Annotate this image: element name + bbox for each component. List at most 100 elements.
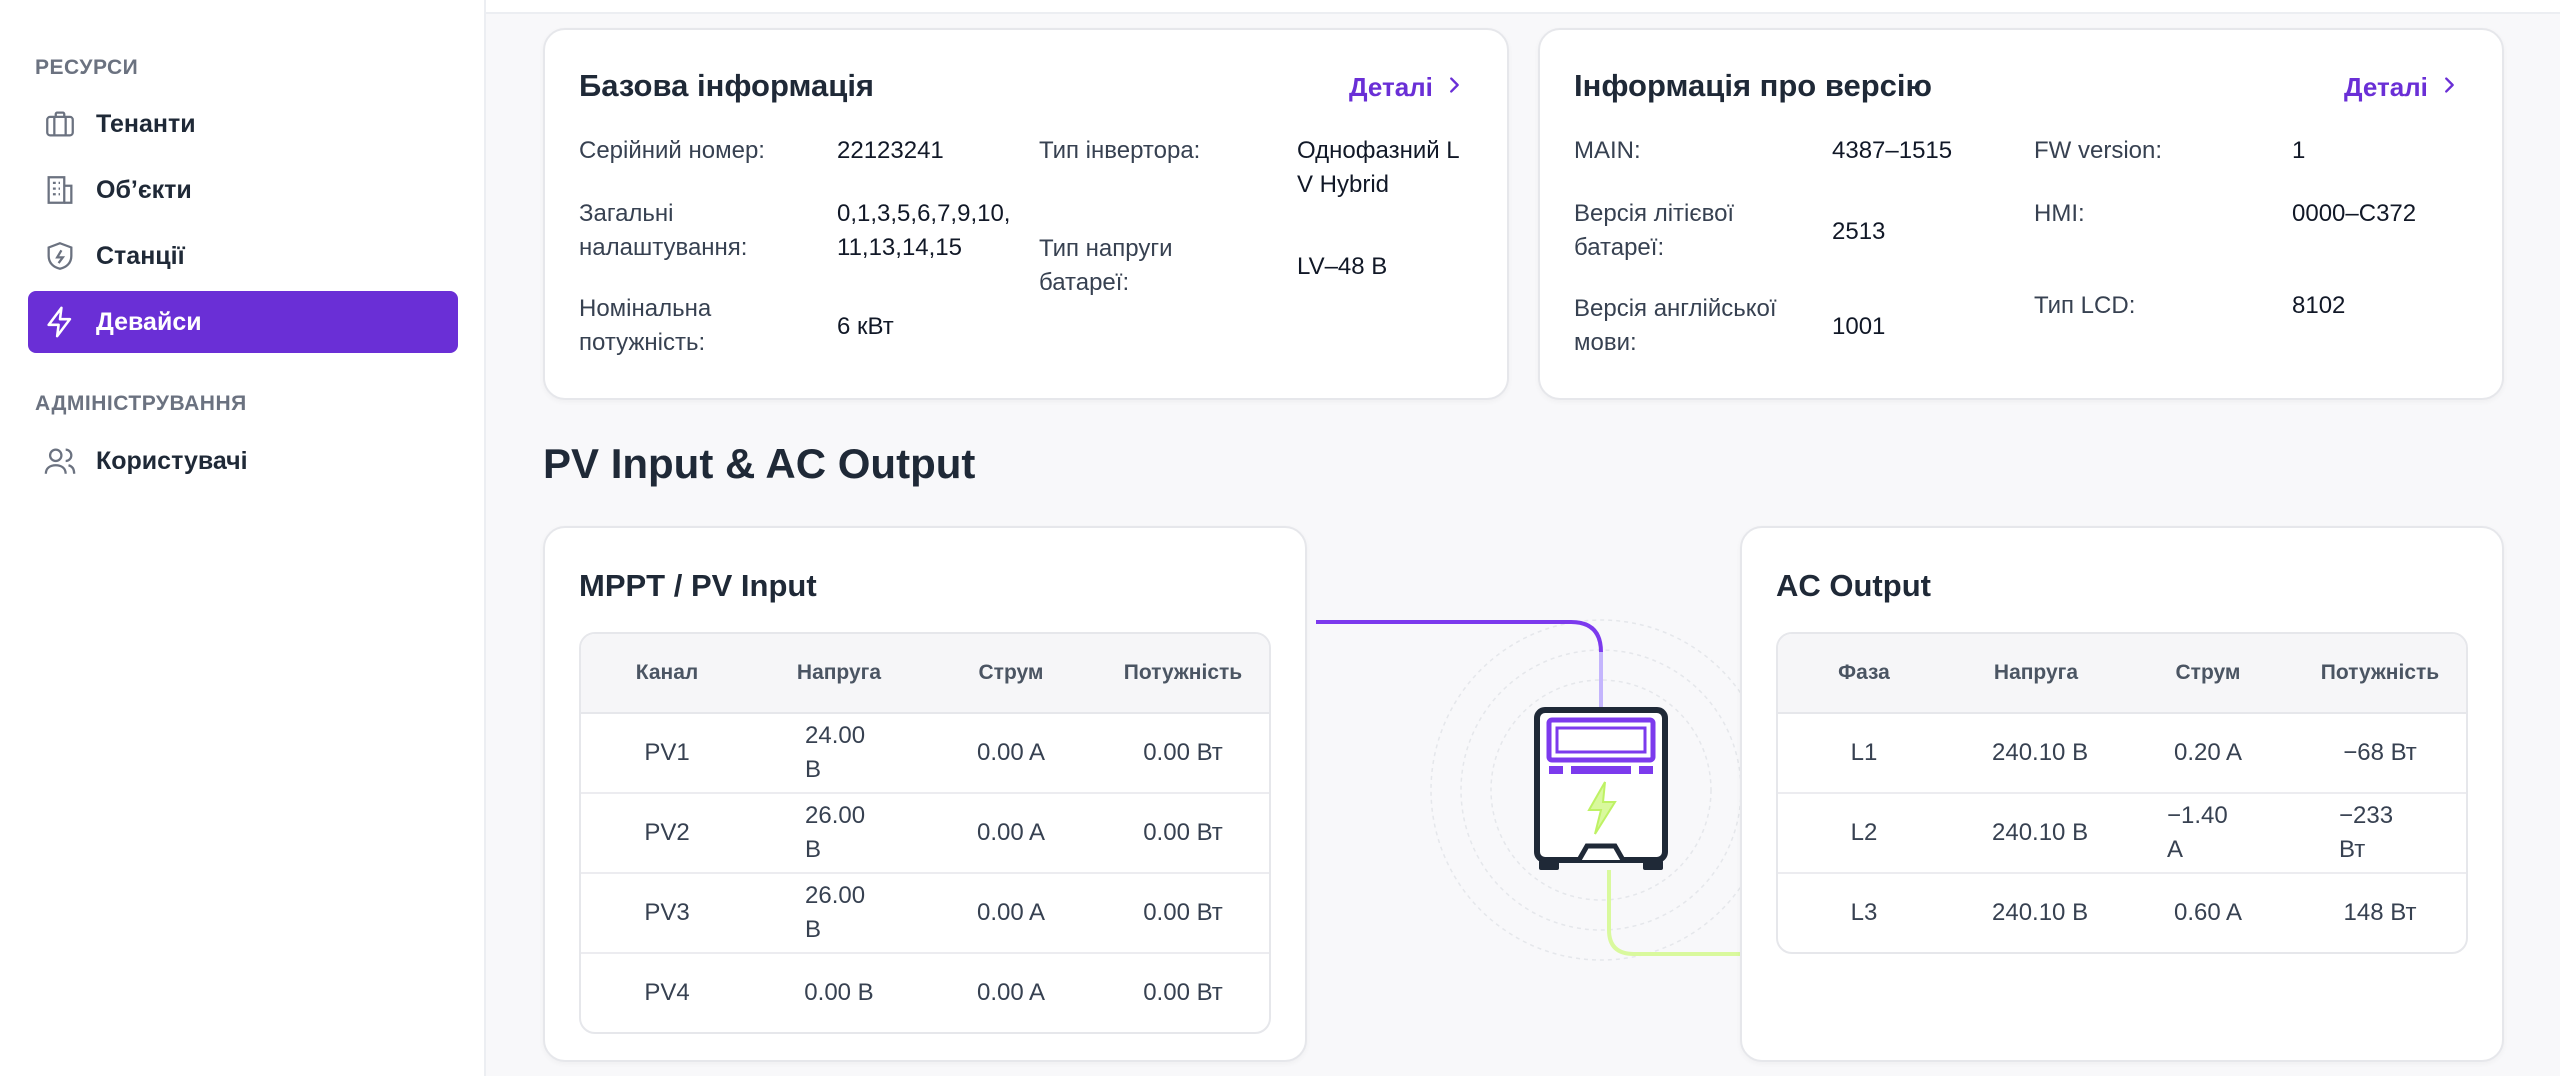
table-cell: 24.00 B <box>805 722 866 783</box>
sidebar-item-stations[interactable]: Станції <box>28 225 458 287</box>
shield-bolt-icon <box>42 238 78 274</box>
table-row: PV4 0.00 B 0.00 A 0.00 Вт <box>581 954 1269 1032</box>
sidebar-item-label: Тенанти <box>96 109 196 138</box>
battery-voltage-value: LV–48 B <box>1297 253 1388 280</box>
briefcase-icon <box>42 106 78 142</box>
sidebar-item-tenants[interactable]: Тенанти <box>28 93 458 155</box>
card-title: Базова інформація <box>579 68 875 103</box>
hmi-value: 0000–C372 <box>2292 200 2417 227</box>
column-header: Фаза <box>1838 661 1890 684</box>
fw-version-label: FW version: <box>2034 137 2163 164</box>
sidebar-item-users[interactable]: Користувачі <box>28 430 458 492</box>
top-divider <box>486 0 2560 14</box>
general-settings-label: Загальні налаштування: <box>579 200 748 261</box>
mppt-card: MPPT / PV Input Канал Напруга Струм Поту… <box>543 526 1307 1062</box>
bolt-icon <box>42 304 78 340</box>
table-cell: −1.40 A <box>2167 802 2228 863</box>
table-cell: 240.10 B <box>1992 899 2089 926</box>
table-row: L1 240.10 B 0.20 A −68 Вт <box>1778 714 2466 794</box>
card-title: AC Output <box>1776 568 1931 603</box>
table-cell: 26.00 B <box>805 882 866 943</box>
chevron-right-icon <box>2438 72 2460 103</box>
table-cell: PV2 <box>644 819 690 846</box>
column-header: Потужність <box>2320 661 2440 684</box>
table-cell: 240.10 B <box>1992 819 2089 846</box>
sidebar-item-devices[interactable]: Девайси <box>28 291 458 353</box>
table-cell: 0.00 B <box>804 979 874 1006</box>
battery-voltage-label: Тип напруги батареї: <box>1039 235 1173 296</box>
table-row: L2 240.10 B −1.40 A −233 Вт <box>1778 794 2466 874</box>
details-link[interactable]: Деталі <box>1349 72 1465 103</box>
sidebar-item-objects[interactable]: Об’єкти <box>28 159 458 221</box>
basic-info-card: Базова інформація Деталі Серійний номер:… <box>543 28 1509 400</box>
column-header: Напруга <box>1993 661 2079 684</box>
column-header: Потужність <box>1123 661 1243 684</box>
sidebar-section-admin: АДМІНІСТРУВАННЯ <box>35 392 247 415</box>
nominal-power-label: Номінальна потужність: <box>579 295 712 356</box>
main-content: Базова інформація Деталі Серійний номер:… <box>486 0 2560 1076</box>
table-cell: PV3 <box>644 899 690 926</box>
section-title: PV Input & AC Output <box>543 440 976 487</box>
sidebar-item-label: Девайси <box>96 307 202 336</box>
column-header: Напруга <box>796 661 882 684</box>
chevron-right-icon <box>1443 72 1465 103</box>
table-row: PV3 26.00 B 0.00 A 0.00 Вт <box>581 874 1269 954</box>
inverter-type-value: Однофазний L V Hybrid <box>1297 137 1459 198</box>
serial-label: Серійний номер: <box>579 137 765 164</box>
general-settings-value: 0,1,3,5,6,7,9,10, 11,13,14,15 <box>837 200 1011 261</box>
english-version-value: 1001 <box>1832 313 1886 340</box>
table-cell: 0.00 Вт <box>1143 899 1223 926</box>
ac-output-card: AC Output Фаза Напруга Струм Потужність … <box>1740 526 2504 1062</box>
main-value: 4387–1515 <box>1832 137 1953 164</box>
table-row: PV2 26.00 B 0.00 A 0.00 Вт <box>581 794 1269 874</box>
details-link[interactable]: Деталі <box>2344 72 2460 103</box>
table-cell: 0.60 A <box>2173 899 2243 926</box>
inverter-icon <box>1531 706 1671 876</box>
table-cell: L1 <box>1850 739 1878 766</box>
building-icon <box>42 172 78 208</box>
table-cell: 0.00 A <box>976 899 1046 926</box>
table-cell: PV1 <box>644 739 690 766</box>
sidebar-item-label: Станції <box>96 241 185 270</box>
card-title: Інформація про версію <box>1574 68 1933 103</box>
table-cell: 148 Вт <box>2343 899 2417 926</box>
table-cell: L3 <box>1850 899 1878 926</box>
nominal-power-value: 6 кВт <box>837 313 894 340</box>
sidebar-item-label: Користувачі <box>96 446 248 475</box>
table-row: L3 240.10 B 0.60 A 148 Вт <box>1778 874 2466 952</box>
column-header: Струм <box>978 661 1044 684</box>
users-icon <box>42 443 78 479</box>
table-header: Фаза Напруга Струм Потужність <box>1778 634 2466 714</box>
details-label: Деталі <box>2344 72 2428 102</box>
table-cell: −68 Вт <box>2343 739 2417 766</box>
table-cell: −233 Вт <box>2339 802 2394 863</box>
hmi-label: HMI: <box>2034 200 2085 227</box>
fw-version-value: 1 <box>2292 137 2306 164</box>
table-cell: 0.00 A <box>976 979 1046 1006</box>
table-cell: 0.00 A <box>976 739 1046 766</box>
column-header: Струм <box>2175 661 2241 684</box>
table-cell: 0.20 A <box>2173 739 2243 766</box>
main-label: MAIN: <box>1574 137 1641 164</box>
table-cell: 0.00 A <box>976 819 1046 846</box>
column-header: Канал <box>635 661 699 684</box>
lithium-battery-value: 2513 <box>1832 218 1886 245</box>
table-cell: L2 <box>1850 819 1878 846</box>
lithium-battery-label: Версія літієвої батареї: <box>1574 200 1735 261</box>
version-info-card: Інформація про версію Деталі MAIN: 4387–… <box>1538 28 2504 400</box>
mppt-table: Канал Напруга Струм Потужність PV1 24.00… <box>579 632 1271 1034</box>
ac-output-table: Фаза Напруга Струм Потужність L1 240.10 … <box>1776 632 2468 954</box>
serial-value: 22123241 <box>837 137 944 164</box>
table-cell: 0.00 Вт <box>1143 739 1223 766</box>
lcd-type-value: 8102 <box>2292 292 2346 319</box>
table-cell: 240.10 B <box>1992 739 2089 766</box>
sidebar: РЕСУРСИ Тенанти Об’єкти Станції Девайси … <box>0 0 486 1076</box>
card-title: MPPT / PV Input <box>579 568 817 603</box>
table-cell: 26.00 B <box>805 802 866 863</box>
table-header: Канал Напруга Струм Потужність <box>581 634 1269 714</box>
table-cell: 0.00 Вт <box>1143 819 1223 846</box>
table-row: PV1 24.00 B 0.00 A 0.00 Вт <box>581 714 1269 794</box>
table-cell: 0.00 Вт <box>1143 979 1223 1006</box>
english-version-label: Версія англійської мови: <box>1574 295 1777 356</box>
inverter-type-label: Тип інвертора: <box>1039 137 1201 164</box>
